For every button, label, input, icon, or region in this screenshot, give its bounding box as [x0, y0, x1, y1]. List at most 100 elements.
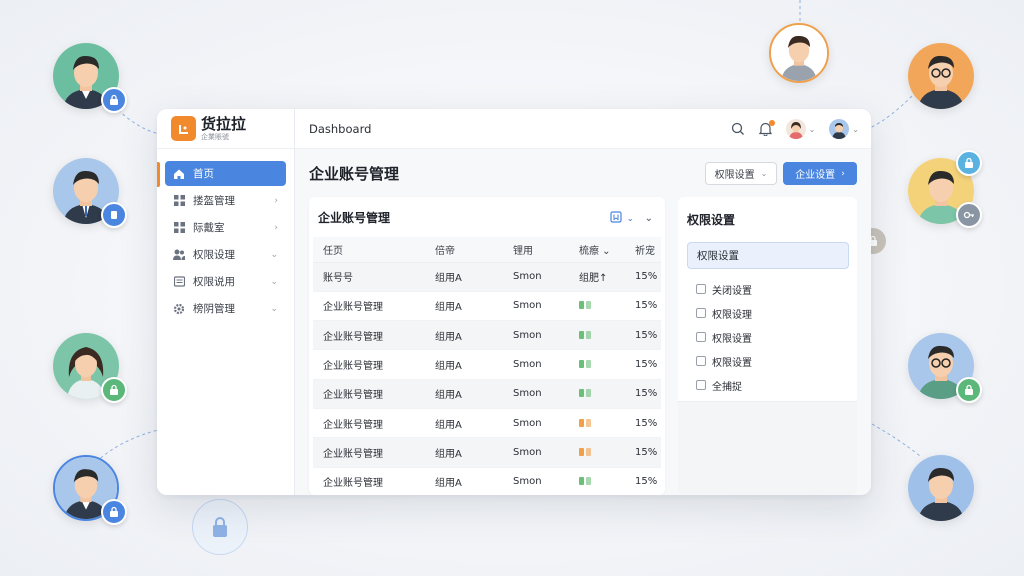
- table-row[interactable]: 企业账号管理 组用A Smon 15%: [313, 467, 661, 495]
- sidebar-item-management[interactable]: 搂盔管理 ›: [165, 188, 286, 213]
- table-cell: 15%: [625, 262, 661, 292]
- lock-badge-icon: [101, 499, 127, 525]
- table-cell: 组用A: [425, 291, 503, 322]
- column-header[interactable]: 祈宠: [625, 237, 661, 263]
- user-avatar[interactable]: [908, 43, 974, 109]
- account-menu[interactable]: ⌄: [829, 119, 859, 139]
- chevron-right-icon: ›: [841, 168, 845, 179]
- table-cell: 组肥↑: [569, 262, 625, 292]
- key-badge-icon: [956, 202, 982, 228]
- app-window: 货拉拉 企業賬號 首页 搂盔管理 › 际戴室 › 权限设理 ⌄ 权限说用 ⌄ 榜…: [157, 109, 871, 495]
- permission-checkbox-item[interactable]: 权限设理: [696, 301, 857, 325]
- lock-badge-icon: [101, 377, 127, 403]
- sidebar-item-home[interactable]: 首页: [165, 161, 286, 186]
- grid-icon: [173, 195, 185, 207]
- user-avatar[interactable]: [53, 43, 127, 113]
- table-cell: [569, 467, 625, 495]
- users-icon: [173, 249, 185, 261]
- sidebar-item-label: 权限说用: [193, 276, 235, 288]
- column-header[interactable]: 任页: [313, 237, 425, 263]
- panel-title: 权限设置: [687, 213, 736, 227]
- lock-badge-icon: [956, 150, 982, 176]
- chevron-down-icon: ⌄: [808, 124, 816, 134]
- collapse-icon[interactable]: ⌄: [645, 213, 653, 224]
- checkbox[interactable]: [696, 332, 706, 342]
- page-title: 企业账号管理: [309, 165, 400, 183]
- sidebar-item-settings[interactable]: 榜阴管理 ⌄: [165, 296, 286, 321]
- sidebar-item-permissions[interactable]: 权限设理 ⌄: [165, 242, 286, 267]
- sidebar-item-room[interactable]: 际戴室 ›: [165, 215, 286, 240]
- column-header[interactable]: 梳瘵 ⌄: [569, 237, 625, 263]
- chevron-down-icon[interactable]: ⌄: [627, 214, 634, 223]
- avatar: [785, 119, 806, 139]
- table-row[interactable]: 企业账号管理 组用A Smon 15%: [313, 379, 661, 409]
- table-row[interactable]: 企业账号管理 组用A Smon 15%: [313, 349, 661, 380]
- table-row[interactable]: 企业账号管理 组用A Smon 15%: [313, 291, 661, 322]
- chevron-down-icon: ⌄: [852, 124, 859, 134]
- bell-icon[interactable]: [758, 120, 775, 136]
- table-cell: 企业账号管理: [313, 291, 425, 322]
- checkbox[interactable]: [696, 284, 706, 294]
- table-row[interactable]: 账号号 组用A Smon 组肥↑ 15%: [313, 262, 661, 292]
- user-avatar[interactable]: [769, 23, 829, 83]
- topbar: Dashboard ⌄ ⌄: [295, 109, 871, 149]
- bookmark-icon[interactable]: [610, 211, 622, 226]
- status-icon: [579, 389, 591, 398]
- logo-title: 货拉拉: [201, 114, 247, 133]
- user-avatar[interactable]: [53, 333, 127, 403]
- panel-footer: [678, 401, 857, 495]
- table-cell: 15%: [625, 291, 661, 322]
- column-header[interactable]: 倍帝: [425, 237, 503, 263]
- sidebar-item-docs[interactable]: 权限说用 ⌄: [165, 269, 286, 294]
- connector-line: [117, 109, 161, 135]
- permission-settings-button[interactable]: 权限设置 ⌄: [705, 162, 777, 185]
- user-avatar[interactable]: [908, 455, 974, 521]
- table-cell: 15%: [625, 320, 661, 351]
- column-header[interactable]: 锂用: [503, 237, 569, 263]
- table-cell: [569, 349, 625, 380]
- permission-checkbox-item[interactable]: 全捕捉: [696, 373, 857, 397]
- permission-checkbox-item[interactable]: 权限设置: [696, 349, 857, 373]
- sidebar-item-label: 际戴室: [193, 222, 225, 234]
- permission-checklist: 关闭设置 权限设理 权限设置 权限设置 全捕捉: [678, 269, 857, 397]
- checkbox-label: 权限设理: [712, 309, 752, 321]
- table-cell: Smon: [503, 408, 569, 439]
- sidebar-item-label: 权限设理: [193, 249, 235, 261]
- enterprise-settings-button[interactable]: 企业设置 ›: [783, 162, 857, 185]
- logo[interactable]: 货拉拉 企業賬號: [157, 109, 294, 149]
- table-row[interactable]: 企业账号管理 组用A Smon 15%: [313, 408, 661, 439]
- table-cell: 15%: [625, 379, 661, 409]
- table-cell: 组用A: [425, 262, 503, 292]
- permission-select[interactable]: 权限设置: [687, 242, 849, 269]
- table-cell: Smon: [503, 262, 569, 292]
- table-cell: 企业账号管理: [313, 349, 425, 380]
- sidebar-nav: 首页 搂盔管理 › 际戴室 › 权限设理 ⌄ 权限说用 ⌄ 榜阴管理 ⌄: [157, 149, 294, 321]
- permission-checkbox-item[interactable]: 关闭设置: [696, 277, 857, 301]
- accounts-table-card: 企业账号管理 ⌄ ⌄ 任页 倍帝 锂用 梳瘵 ⌄ 祈宠 账号号 组用A Smon 组肥…: [309, 197, 665, 495]
- search-icon[interactable]: [731, 122, 745, 136]
- user-menu[interactable]: ⌄: [785, 119, 816, 139]
- table-row[interactable]: 企业账号管理 组用A Smon 15%: [313, 320, 661, 351]
- user-avatar[interactable]: [53, 158, 127, 228]
- user-avatar[interactable]: [908, 150, 982, 228]
- checkbox[interactable]: [696, 380, 706, 390]
- lock-badge-icon: [101, 87, 127, 113]
- chevron-down-icon: ⌄: [270, 249, 278, 260]
- status-icon: [579, 360, 591, 369]
- table-cell: 组用A: [425, 467, 503, 495]
- lock-badge-icon: [956, 377, 982, 403]
- lock-icon: [192, 499, 248, 555]
- sidebar-item-label: 榜阴管理: [193, 303, 235, 315]
- permission-checkbox-item[interactable]: 权限设置: [696, 325, 857, 349]
- notification-dot: [768, 120, 775, 126]
- gear-icon: [173, 303, 185, 315]
- user-avatar[interactable]: [53, 455, 127, 525]
- user-avatar[interactable]: [908, 333, 982, 403]
- button-label: 企业设置: [795, 170, 836, 181]
- active-indicator: [157, 162, 160, 187]
- button-label: 权限设置: [714, 170, 755, 181]
- table-row[interactable]: 企业账号管理 组用A Smon 15%: [313, 437, 661, 468]
- checkbox[interactable]: [696, 356, 706, 366]
- checkbox-label: 权限设置: [712, 333, 752, 345]
- checkbox[interactable]: [696, 308, 706, 318]
